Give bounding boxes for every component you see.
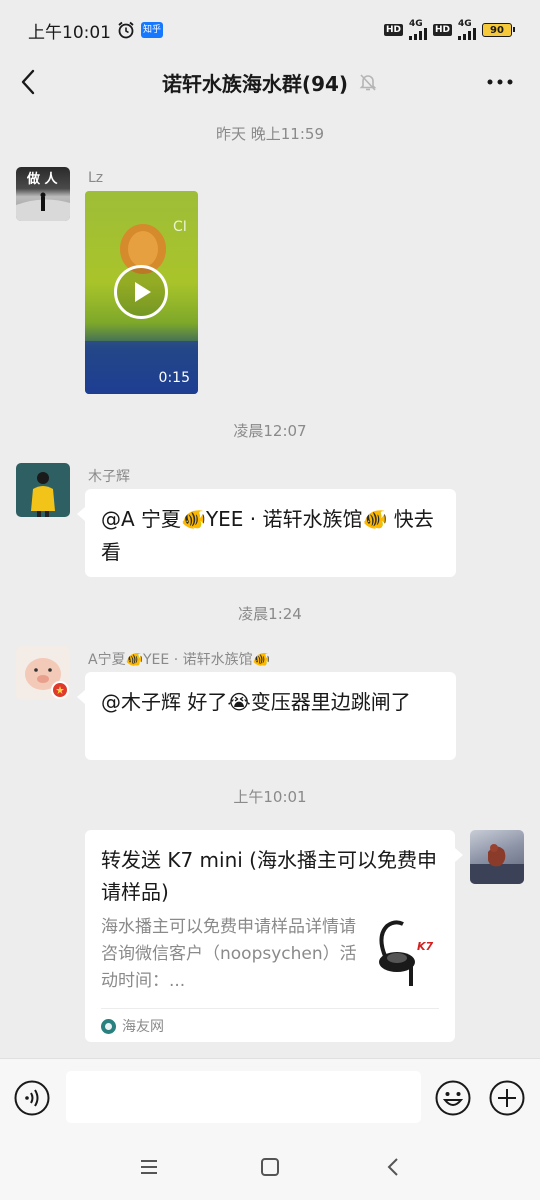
signal-icon-2: 4G bbox=[458, 20, 476, 40]
message-text: @木子辉 好了😭变压器里边跳闸了 bbox=[101, 690, 411, 714]
home-square-icon[interactable] bbox=[259, 1156, 281, 1178]
video-duration: 0:15 bbox=[158, 370, 190, 386]
bell-off-icon bbox=[359, 74, 377, 91]
back-triangle-icon[interactable] bbox=[382, 1156, 404, 1178]
card-thumbnail: K7 bbox=[373, 916, 441, 988]
avatar-lz[interactable]: 做 人 bbox=[16, 167, 70, 221]
avatar-pig bbox=[25, 658, 69, 699]
link-card[interactable]: 转发送 K7 mini (海水播主可以免费申请样品) 海水播主可以免费申请样品详… bbox=[85, 830, 463, 1042]
battery-icon: 90 bbox=[482, 23, 515, 37]
message-input[interactable] bbox=[66, 1071, 421, 1123]
avatar-figure bbox=[470, 844, 524, 884]
more-dots-icon[interactable] bbox=[486, 74, 514, 90]
signal-icon: 4G bbox=[408, 19, 427, 40]
timestamp: 凌晨1:24 bbox=[238, 605, 302, 623]
battery-level: 90 bbox=[490, 24, 504, 36]
hd-badge: HD bbox=[383, 24, 403, 36]
source-logo-icon bbox=[101, 1018, 116, 1034]
avatar-self[interactable] bbox=[470, 830, 524, 884]
voice-icon[interactable] bbox=[14, 1080, 50, 1116]
card-source: 海友网 bbox=[101, 1016, 164, 1036]
timestamp: 昨天 晚上11:59 bbox=[216, 125, 324, 143]
play-icon bbox=[135, 282, 151, 302]
plus-icon[interactable] bbox=[489, 1080, 525, 1116]
input-bar bbox=[0, 1058, 540, 1136]
avatar-ningxia[interactable] bbox=[16, 646, 70, 700]
source-name: 海友网 bbox=[122, 1019, 164, 1035]
timestamp: 凌晨12:07 bbox=[233, 422, 307, 440]
avatar-muzihui[interactable] bbox=[16, 463, 70, 517]
avatar-figure bbox=[31, 472, 55, 517]
emoji-icon[interactable] bbox=[435, 1080, 471, 1116]
status-bar: 上午10:01 知乎 HD 4G HD 4G 90 bbox=[0, 0, 540, 60]
card-thumb-brand: K7 bbox=[417, 940, 434, 953]
video-message[interactable]: CI 0:15 bbox=[85, 191, 198, 394]
play-button[interactable] bbox=[114, 265, 168, 319]
zhihu-app-icon: 知乎 bbox=[141, 22, 164, 38]
network-label: 4G bbox=[408, 19, 423, 29]
network-label-2: 4G bbox=[458, 19, 472, 29]
status-time: 上午10:01 bbox=[28, 22, 111, 43]
chat-title[interactable]: 诺轩水族海水群(94) bbox=[162, 68, 348, 97]
avatar-figure bbox=[16, 192, 70, 221]
card-divider bbox=[101, 1008, 439, 1009]
sender-name: Lz bbox=[88, 170, 104, 186]
sender-name: A宁夏🐠YEE · 诺轩水族馆🐠 bbox=[88, 652, 271, 668]
menu-icon[interactable] bbox=[138, 1156, 160, 1178]
alarm-icon bbox=[118, 21, 134, 39]
hd-badge-2: HD bbox=[432, 24, 452, 36]
chevron-left-icon[interactable] bbox=[18, 68, 38, 96]
message-bubble[interactable]: @木子辉 好了😭变压器里边跳闸了 bbox=[77, 672, 456, 760]
timestamp: 上午10:01 bbox=[233, 788, 307, 806]
card-description: 海水播主可以免费申请样品详情请咨询微信客户（noopsychen）活动时间：..… bbox=[101, 917, 357, 991]
card-title: 转发送 K7 mini (海水播主可以免费申请样品) bbox=[101, 848, 437, 904]
message-bubble[interactable]: @A 宁夏🐠YEE · 诺轩水族馆🐠 快去看 bbox=[77, 489, 456, 577]
chat-header: 诺轩水族海水群(94) bbox=[0, 60, 540, 104]
system-nav-bar bbox=[0, 1136, 540, 1200]
sender-name: 木子辉 bbox=[88, 469, 130, 485]
svg-text:CI: CI bbox=[173, 219, 187, 235]
message-text: @A 宁夏🐠YEE · 诺轩水族馆🐠 快去看 bbox=[101, 507, 434, 564]
